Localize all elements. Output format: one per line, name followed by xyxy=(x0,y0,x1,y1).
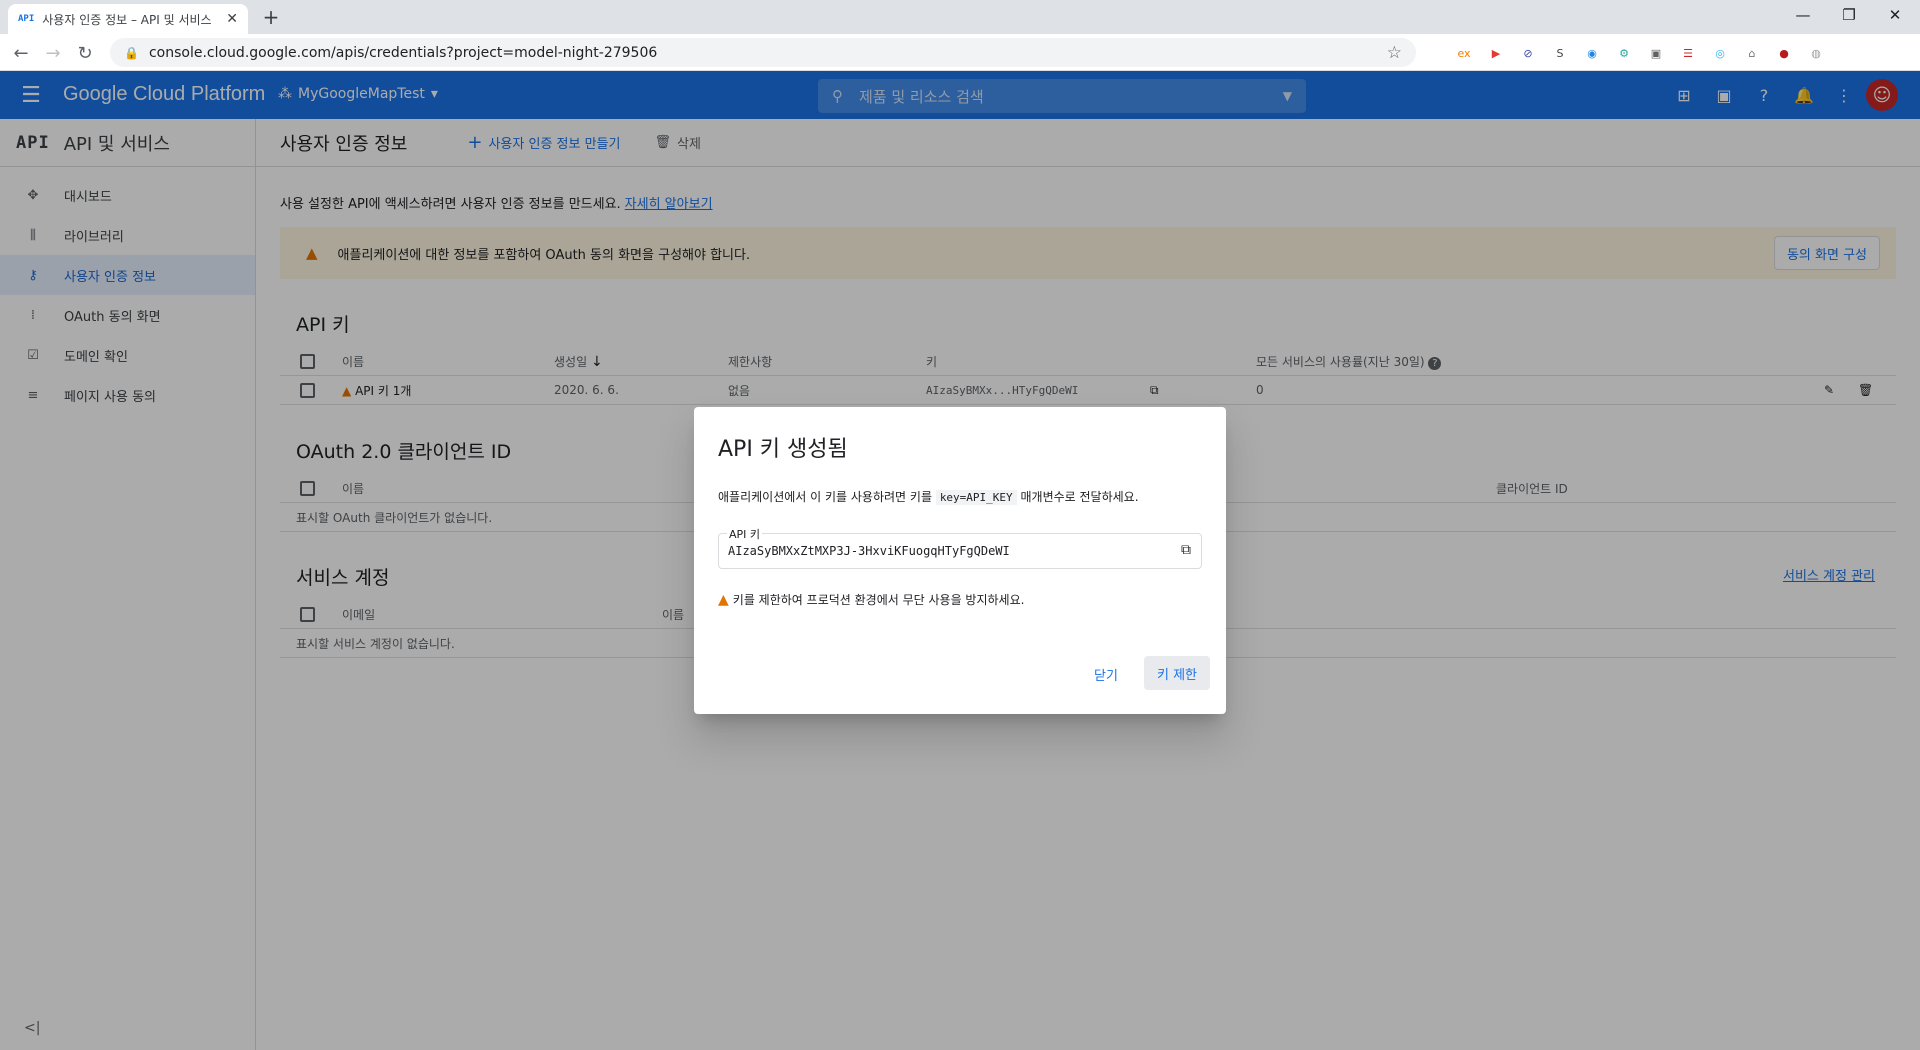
copy-icon[interactable]: ⧉ xyxy=(1181,542,1191,558)
close-window-icon[interactable]: ✕ xyxy=(1872,0,1918,30)
reload-icon[interactable]: ↻ xyxy=(72,40,98,66)
browser-tab[interactable]: API 사용자 인증 정보 – API 및 서비스 ✕ xyxy=(8,4,248,34)
extension-icon[interactable]: ex xyxy=(1452,41,1476,65)
extension-icon[interactable]: ⌂ xyxy=(1740,41,1764,65)
extension-icon[interactable]: S xyxy=(1548,41,1572,65)
api-favicon-icon: API xyxy=(18,14,35,24)
bookmark-star-icon[interactable]: ☆ xyxy=(1387,43,1402,63)
extension-icon[interactable]: ◍ xyxy=(1804,41,1828,65)
back-icon[interactable]: ← xyxy=(8,40,34,66)
desc-code: key=API_KEY xyxy=(935,490,1017,505)
url-field[interactable]: 🔒 console.cloud.google.com/apis/credenti… xyxy=(110,38,1416,67)
api-key-value[interactable]: AIzaSyBMXxZtMXP3J-3HxviKFuogqHTyFgQDeWI xyxy=(728,544,1010,558)
extension-icon[interactable]: ▶ xyxy=(1484,41,1508,65)
restrict-key-button[interactable]: 키 제한 xyxy=(1144,656,1210,690)
api-key-label: API 키 xyxy=(727,526,763,542)
forward-icon[interactable]: → xyxy=(40,40,66,66)
api-key-created-dialog: API 키 생성됨 애플리케이션에서 이 키를 사용하려면 키를 key=API… xyxy=(694,407,1226,714)
api-key-field[interactable]: API 키 AIzaSyBMXxZtMXP3J-3HxviKFuogqHTyFg… xyxy=(718,526,1202,569)
desc-post: 매개변수로 전달하세요. xyxy=(1020,490,1139,504)
extension-icon[interactable]: ☰ xyxy=(1676,41,1700,65)
dialog-title: API 키 생성됨 xyxy=(718,437,848,462)
extension-icon[interactable]: ⊘ xyxy=(1516,41,1540,65)
tab-title: 사용자 인증 정보 – API 및 서비스 xyxy=(42,12,212,27)
browser-tab-strip: API 사용자 인증 정보 – API 및 서비스 ✕ + — ❐ ✕ xyxy=(0,0,1920,34)
extensions-bar: ex ▶ ⊘ S ◉ ⚙ ▣ ☰ ◎ ⌂ ● ◍ xyxy=(1452,41,1828,65)
restrict-warning: ▲ 키를 제한하여 프로덕션 환경에서 무단 사용을 방지하세요. xyxy=(718,591,1024,608)
new-tab-button[interactable]: + xyxy=(258,4,284,30)
extension-icon[interactable]: ▣ xyxy=(1644,41,1668,65)
extension-icon[interactable]: ◉ xyxy=(1580,41,1604,65)
close-button[interactable]: 닫기 xyxy=(1094,665,1118,684)
extension-icon[interactable]: ◎ xyxy=(1708,41,1732,65)
restrict-warning-text: 키를 제한하여 프로덕션 환경에서 무단 사용을 방지하세요. xyxy=(732,593,1025,607)
close-tab-icon[interactable]: ✕ xyxy=(226,11,238,27)
restore-icon[interactable]: ❐ xyxy=(1826,0,1872,30)
dialog-description: 애플리케이션에서 이 키를 사용하려면 키를 key=API_KEY 매개변수로… xyxy=(718,488,1139,505)
address-bar-row: ← → ↻ 🔒 console.cloud.google.com/apis/cr… xyxy=(0,34,1920,71)
lock-icon: 🔒 xyxy=(124,45,139,60)
extension-icon[interactable]: ● xyxy=(1772,41,1796,65)
minimize-icon[interactable]: — xyxy=(1780,0,1826,30)
desc-pre: 애플리케이션에서 이 키를 사용하려면 키를 xyxy=(718,490,932,504)
extension-icon[interactable]: ⚙ xyxy=(1612,41,1636,65)
warning-icon: ▲ xyxy=(718,591,729,608)
url-text: console.cloud.google.com/apis/credential… xyxy=(148,44,658,61)
